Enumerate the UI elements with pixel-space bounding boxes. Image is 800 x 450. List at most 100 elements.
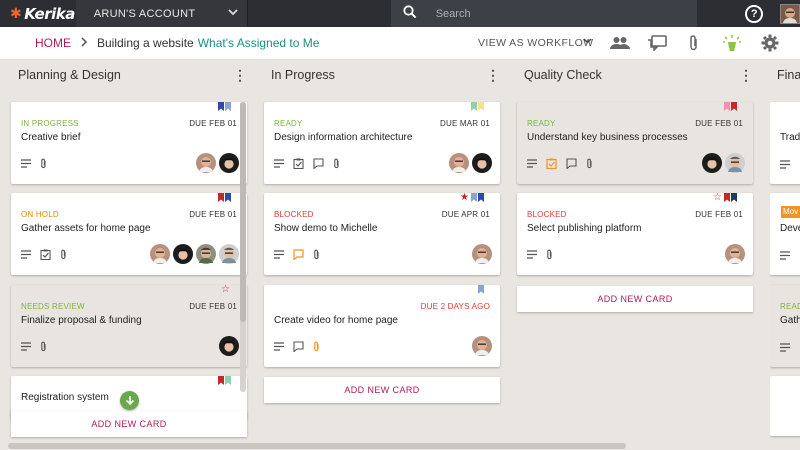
search-icon[interactable] bbox=[403, 5, 425, 22]
avatar[interactable] bbox=[702, 153, 722, 173]
scrollbar-thumb[interactable] bbox=[240, 102, 246, 322]
card-title[interactable]: Trad bbox=[780, 132, 800, 143]
settings-gear-icon[interactable] bbox=[759, 33, 781, 53]
app-logo-text: Kerika bbox=[24, 4, 75, 23]
notes-icon bbox=[780, 160, 790, 169]
card-title[interactable]: Create video for home page bbox=[274, 315, 398, 326]
more-vertical-icon[interactable]: ⋮ bbox=[486, 67, 500, 84]
tag-flag-icon bbox=[724, 193, 730, 202]
account-switcher[interactable]: ARUN'S ACCOUNT bbox=[75, 0, 248, 27]
card[interactable]: ON HOLD DUE FEB 01 Gather assets for hom… bbox=[11, 193, 247, 275]
avatar[interactable] bbox=[219, 336, 239, 356]
card-status: ON HOLD bbox=[21, 210, 59, 219]
card[interactable]: READY DUE MAR 01 Design information arch… bbox=[264, 102, 500, 184]
card-title[interactable]: Gather assets for home page bbox=[21, 223, 151, 234]
card[interactable]: Mov Deve bbox=[770, 193, 800, 275]
card-status: READ bbox=[780, 302, 800, 311]
breadcrumb: HOME Building a website What's Assigned … bbox=[0, 27, 800, 60]
avatar[interactable] bbox=[472, 336, 492, 356]
avatar[interactable] bbox=[725, 244, 745, 264]
scroll-down-arrow-icon[interactable] bbox=[120, 391, 139, 410]
card[interactable]: READY DUE FEB 01 Understand key business… bbox=[517, 102, 753, 184]
card-due-date: DUE FEB 01 bbox=[695, 210, 743, 219]
avatar[interactable] bbox=[196, 244, 216, 264]
card[interactable]: Trad bbox=[770, 102, 800, 184]
card-title[interactable]: Registration system bbox=[21, 392, 109, 403]
card[interactable]: DUE 2 DAYS AGO Create video for home pag… bbox=[264, 285, 500, 367]
card-due-date: DUE 2 DAYS AGO bbox=[420, 302, 490, 311]
chat-icon[interactable] bbox=[646, 33, 668, 53]
avatar[interactable] bbox=[472, 153, 492, 173]
card-title[interactable]: Creative brief bbox=[21, 132, 80, 143]
card[interactable]: READ Gath bbox=[770, 285, 800, 367]
star-filled-icon[interactable]: ★ bbox=[460, 193, 469, 203]
card-due-date: DUE MAR 01 bbox=[439, 119, 490, 128]
card-title[interactable]: Design information architecture bbox=[274, 132, 412, 143]
breadcrumb-home-link[interactable]: HOME bbox=[35, 36, 71, 50]
card-status: READY bbox=[527, 119, 556, 128]
avatar[interactable] bbox=[173, 244, 193, 264]
avatar[interactable] bbox=[219, 244, 239, 264]
column-header: In Progress ⋮ bbox=[264, 60, 500, 90]
search-box[interactable] bbox=[390, 0, 698, 27]
card-title[interactable]: Show demo to Michelle bbox=[274, 223, 377, 234]
avatar[interactable] bbox=[219, 153, 239, 173]
card-title[interactable]: Understand key business processes bbox=[527, 132, 688, 143]
highlight-lightbulb-icon[interactable] bbox=[721, 33, 743, 53]
avatar[interactable] bbox=[449, 153, 469, 173]
add-new-card-button[interactable]: ADD NEW CARD bbox=[517, 286, 753, 312]
avatar[interactable] bbox=[196, 153, 216, 173]
card[interactable] bbox=[770, 376, 800, 436]
star-outline-icon[interactable]: ☆ bbox=[221, 285, 230, 295]
board-title[interactable]: Building a website bbox=[97, 36, 194, 50]
notes-icon bbox=[274, 159, 284, 168]
help-icon[interactable]: ? bbox=[745, 4, 763, 23]
assigned-to-me-filter[interactable]: What's Assigned to Me bbox=[198, 36, 320, 50]
more-vertical-icon[interactable]: ⋮ bbox=[739, 67, 753, 84]
card-due-date: DUE APR 01 bbox=[441, 210, 490, 219]
chevron-down-icon bbox=[228, 8, 238, 19]
user-avatar[interactable] bbox=[780, 3, 800, 24]
tag-flag-icon bbox=[225, 193, 231, 202]
add-new-card-button[interactable]: ADD NEW CARD bbox=[11, 411, 247, 437]
card[interactable]: ★ BLOCKED DUE APR 01 Show demo to Michel… bbox=[264, 193, 500, 275]
tag-flag-icon bbox=[471, 102, 477, 111]
card-title[interactable]: Finalize proposal & funding bbox=[21, 315, 142, 326]
view-as-workflow-button[interactable]: VIEW AS WORKFLOW bbox=[478, 37, 594, 49]
notes-icon bbox=[780, 343, 790, 352]
card-title[interactable]: Deve bbox=[780, 223, 800, 234]
tag-flag-icon bbox=[218, 102, 224, 111]
more-vertical-icon[interactable]: ⋮ bbox=[233, 67, 247, 84]
team-icon[interactable] bbox=[609, 33, 631, 53]
column-title[interactable]: Fina bbox=[777, 68, 800, 82]
chat-icon bbox=[566, 158, 577, 169]
add-new-card-button[interactable]: ADD NEW CARD bbox=[264, 377, 500, 403]
checklist-icon bbox=[40, 249, 51, 260]
column-scrollbar[interactable] bbox=[240, 102, 246, 392]
column-quality-check: Quality Check ⋮ READY DUE FEB 01 Underst… bbox=[517, 60, 753, 450]
tag-flag-icon bbox=[471, 193, 477, 202]
column-title[interactable]: Planning & Design bbox=[18, 68, 121, 82]
card-tags: ★ bbox=[460, 193, 484, 203]
tag-flag-icon bbox=[478, 193, 484, 202]
card-title[interactable]: Select publishing platform bbox=[527, 223, 642, 234]
avatar[interactable] bbox=[150, 244, 170, 264]
board-horizontal-scrollbar[interactable] bbox=[8, 443, 626, 449]
chevron-down-icon[interactable] bbox=[583, 36, 592, 47]
column-title[interactable]: Quality Check bbox=[524, 68, 602, 82]
app-logo[interactable]: ✱ Kerika bbox=[0, 0, 76, 27]
card-title[interactable]: Gath bbox=[780, 315, 800, 326]
card[interactable]: ☆ BLOCKED DUE FEB 01 Select publishing p… bbox=[517, 193, 753, 275]
card-tags bbox=[218, 193, 231, 202]
card-tags bbox=[724, 102, 737, 111]
attachment-icon[interactable] bbox=[683, 33, 705, 53]
search-input[interactable] bbox=[435, 7, 676, 20]
avatar[interactable] bbox=[472, 244, 492, 264]
card[interactable]: IN PROGRESS DUE FEB 01 Creative brief bbox=[11, 102, 247, 184]
star-outline-icon[interactable]: ☆ bbox=[713, 193, 722, 203]
account-name: ARUN'S ACCOUNT bbox=[93, 7, 196, 20]
avatar[interactable] bbox=[725, 153, 745, 173]
column-title[interactable]: In Progress bbox=[271, 68, 335, 82]
card-due-date: DUE FEB 01 bbox=[695, 119, 743, 128]
card[interactable]: ☆ NEEDS REVIEW DUE FEB 01 Finalize propo… bbox=[11, 285, 247, 367]
